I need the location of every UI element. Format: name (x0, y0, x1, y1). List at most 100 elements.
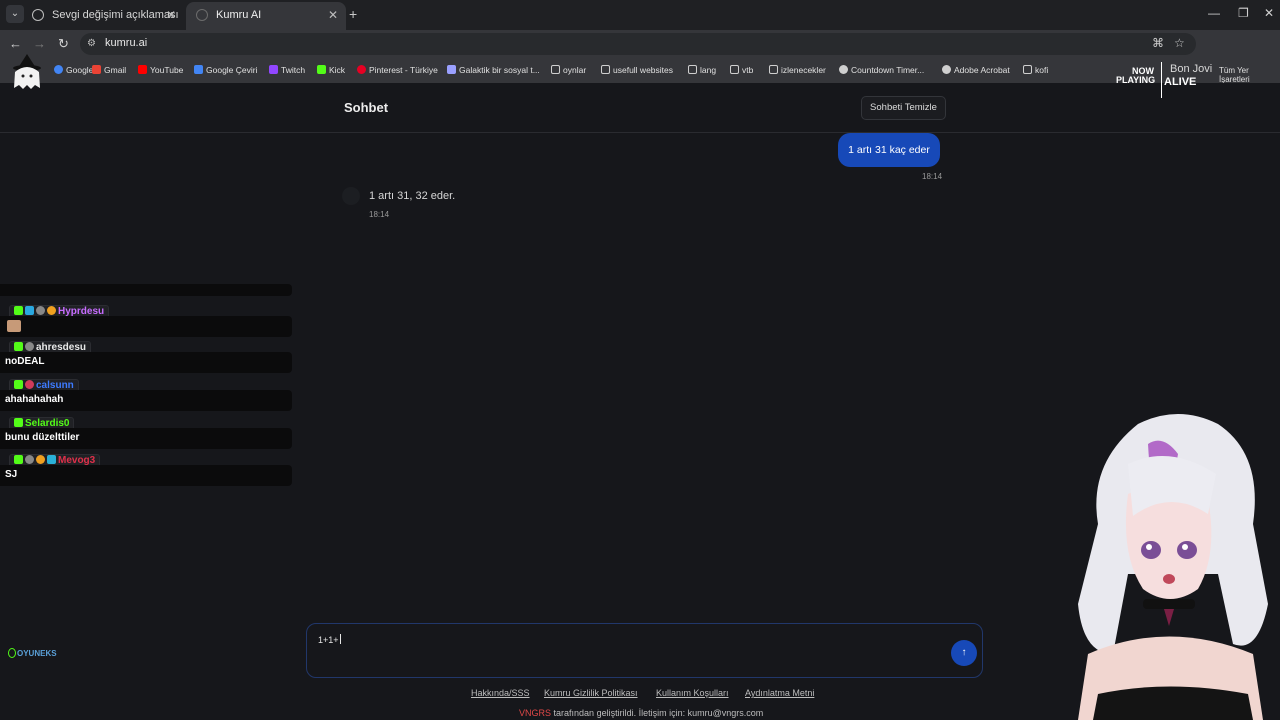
maximize-button[interactable]: ❐ (1238, 6, 1249, 20)
site-icon (447, 65, 456, 74)
bookmark-folder-oynlar[interactable]: oynlar (551, 65, 586, 75)
vtuber-avatar (1078, 414, 1268, 720)
page-title: Sohbet (344, 100, 389, 115)
footer-link-privacy[interactable]: Kumru Gizlilik Politikası (544, 688, 638, 698)
assistant-avatar (342, 187, 360, 205)
vngrs-link[interactable]: VNGRS (519, 708, 551, 718)
ghost-witch-icon (13, 54, 41, 89)
now-playing-label: PLAYING (1116, 75, 1156, 85)
oyuneks-icon (8, 648, 16, 658)
bookmark-twitch[interactable]: Twitch (269, 65, 305, 75)
bookmark-acrobat[interactable]: Adobe Acrobat (942, 65, 1010, 75)
close-icon[interactable]: ✕ (328, 2, 338, 28)
back-button[interactable]: ← (9, 36, 22, 51)
bookmark-translate[interactable]: Google Çeviri (194, 65, 258, 75)
address-bar[interactable]: ⚙ kumru.ai ⌘ ☆ (80, 33, 1196, 55)
tab-kumru[interactable]: Kumru AI ✕ (186, 2, 346, 30)
assistant-message: 1 artı 31, 32 eder. (369, 190, 456, 202)
bookmark-kick[interactable]: Kick (317, 65, 345, 75)
pinterest-icon (357, 65, 366, 74)
text-caret (339, 634, 341, 644)
globe-icon (32, 9, 44, 21)
footer-link-disclosure[interactable]: Aydınlatma Metni (745, 688, 814, 698)
kick-badge-icon (14, 455, 23, 464)
now-playing-widget: NOW PLAYING Bon Jovi ALIVE (1116, 62, 1280, 98)
clear-chat-button[interactable]: Sohbeti Temizle (861, 96, 946, 120)
window-close-button[interactable]: ✕ (1264, 6, 1274, 20)
user-message: 1 artı 31 kaç eder (838, 133, 940, 167)
chat-body: ahahahahah (0, 390, 292, 411)
folder-icon (769, 65, 778, 74)
bookmark-galaktik[interactable]: Galaktik bir sosyal t... (447, 65, 540, 75)
kick-badge-icon (14, 342, 23, 351)
twitch-icon (269, 65, 278, 74)
tab-title: Sevgi değişimi açıklaması (52, 9, 179, 21)
folder-icon (1023, 65, 1032, 74)
close-icon[interactable]: ✕ (166, 2, 176, 28)
footer-link-terms[interactable]: Kullanım Koşulları (656, 688, 729, 698)
translate-icon (194, 65, 203, 74)
bookmark-star-icon[interactable]: ☆ (1174, 36, 1185, 50)
tab-title: Kumru AI (216, 9, 262, 21)
bookmark-folder-usefull[interactable]: usefull websites (601, 65, 673, 75)
badge-icon (47, 455, 56, 464)
google-icon (54, 65, 63, 74)
gmail-icon (92, 65, 101, 74)
bookmark-gmail[interactable]: Gmail (92, 65, 126, 75)
badge-icon (25, 380, 34, 389)
site-icon (839, 65, 848, 74)
folder-icon (688, 65, 697, 74)
translate-icon[interactable]: ⌘ (1152, 36, 1164, 50)
emote-icon (7, 320, 21, 332)
bookmark-pinterest[interactable]: Pinterest - Türkiye (357, 65, 438, 75)
kick-badge-icon (14, 380, 23, 389)
chat-row-partial (0, 284, 292, 296)
kick-badge-icon (14, 418, 23, 427)
tab-sevgi[interactable]: Sevgi değişimi açıklaması ✕ (22, 2, 184, 30)
bookmark-folder-kofi[interactable]: kofi (1023, 65, 1048, 75)
footer-link-about[interactable]: Hakkında/SSS (471, 688, 530, 698)
site-icon (942, 65, 951, 74)
send-button[interactable]: ↑ (951, 640, 977, 666)
chat-body (0, 316, 292, 337)
badge-icon (25, 342, 34, 351)
now-playing-artist: Bon Jovi (1170, 63, 1213, 75)
message-time: 18:14 (922, 172, 943, 181)
bookmark-countdown[interactable]: Countdown Timer... (839, 65, 924, 75)
bookmark-google[interactable]: Google (54, 65, 93, 75)
forward-button[interactable]: → (33, 36, 46, 51)
chat-body: bunu düzelttiler (0, 428, 292, 449)
sponsor-logo: OYUNEKS (8, 648, 57, 658)
bookmark-folder-lang[interactable]: lang (688, 65, 716, 75)
youtube-icon (138, 65, 147, 74)
footer-credit: VNGRS tarafından geliştirildi. İletişim … (519, 708, 764, 718)
bookmarks-bar: Google Gmail YouTube Google Çeviri Twitc… (0, 58, 1280, 83)
app-header: Sohbet Sohbeti Temizle (0, 83, 1280, 133)
folder-icon (551, 65, 560, 74)
site-info-icon[interactable]: ⚙ (87, 38, 99, 50)
divider (1161, 62, 1162, 98)
toolbar: ← → ↻ ⚙ kumru.ai ⌘ ☆ ◧ L ⋮ (0, 30, 1280, 81)
badge-icon (36, 455, 45, 464)
message-composer[interactable]: 1+1+ ↑ (306, 623, 983, 678)
kick-icon (317, 65, 326, 74)
folder-icon (730, 65, 739, 74)
new-tab-button[interactable]: + (349, 6, 357, 22)
badge-icon (25, 455, 34, 464)
url-text: kumru.ai (105, 37, 148, 49)
badge-icon (47, 306, 56, 315)
minimize-button[interactable]: — (1208, 6, 1220, 20)
folder-icon (601, 65, 610, 74)
kick-badge-icon (14, 306, 23, 315)
bookmark-youtube[interactable]: YouTube (138, 65, 183, 75)
bookmark-folder-vtb[interactable]: vtb (730, 65, 753, 75)
badge-icon (25, 306, 34, 315)
kumru-favicon-icon (196, 9, 208, 21)
chat-body: SJ (0, 465, 292, 486)
screen: ⌄ Sevgi değişimi açıklaması ✕ Kumru AI ✕… (0, 0, 1280, 720)
reload-button[interactable]: ↻ (58, 36, 69, 52)
message-input[interactable]: 1+1+ (318, 634, 341, 645)
badge-icon (36, 306, 45, 315)
bookmark-folder-izlenecekler[interactable]: izlenecekler (769, 65, 826, 75)
chat-body: noDEAL (0, 352, 292, 373)
